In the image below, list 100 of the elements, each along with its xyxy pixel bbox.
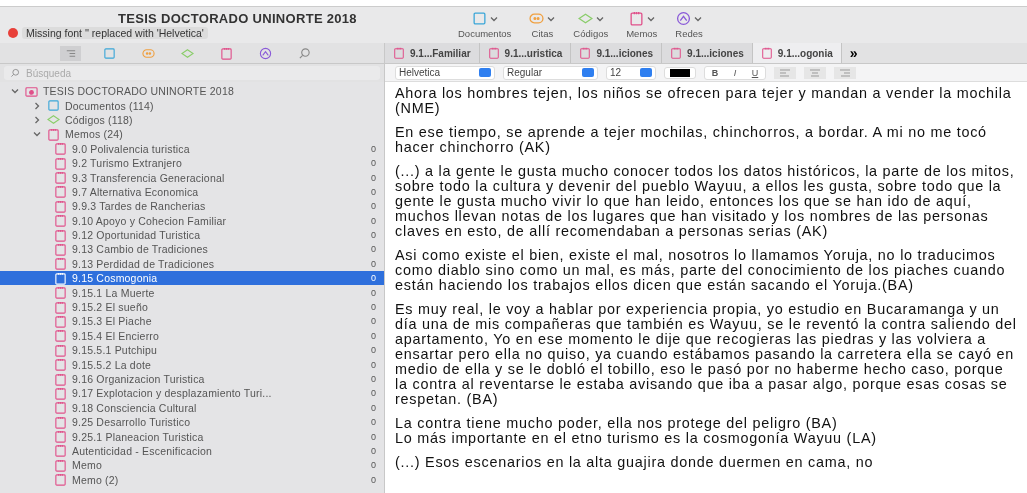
tree-item[interactable]: Códigos (118): [0, 112, 384, 128]
font-dropdown[interactable]: Helvetica: [395, 65, 495, 80]
tree-item[interactable]: 9.0 Polivalencia turistica 0: [0, 141, 384, 156]
notepad-icon: [54, 473, 67, 487]
notepad-icon: [54, 444, 67, 458]
toolbar-button[interactable]: Redes: [675, 11, 703, 39]
tree-item[interactable]: 9.15.1 La Muerte 0: [0, 285, 384, 300]
tree-item[interactable]: Memos (24): [0, 127, 384, 142]
toolbar-button[interactable]: Códigos: [573, 11, 609, 39]
underline-button[interactable]: U: [745, 66, 765, 79]
toolbar-button[interactable]: Documentos: [458, 11, 512, 39]
chevron-down-icon[interactable]: [595, 14, 604, 23]
search-icon: [298, 46, 311, 60]
notepad-icon: [54, 314, 67, 328]
size-dropdown[interactable]: 12: [606, 65, 656, 80]
align-center-icon: [809, 68, 821, 77]
notepad-icon: [47, 127, 60, 141]
paragraph: (...) Esos escenarios en la alta guajira donde duermen en cama, no: [395, 455, 875, 470]
notepad-icon: [670, 47, 683, 59]
notepad-icon: [54, 271, 67, 285]
tree-item[interactable]: TESIS DOCTORADO UNINORTE 2018: [0, 84, 384, 99]
search-icon: [10, 68, 20, 78]
tree-item[interactable]: 9.25.1 Planeacion Turistica 0: [0, 429, 384, 444]
paragraph: Lo más importante en el etno turismo es la cosmogonía Wayuu (LA): [395, 431, 878, 446]
paragraph: Ahora los hombres tejen, los niños se ofrecen para tejer y mandan a vender la mochila (NME): [395, 86, 1013, 116]
window-title: TESIS DOCTORADO UNINORTE 2018: [117, 11, 358, 26]
notepad-icon: [54, 300, 67, 314]
document-icon: [103, 46, 116, 60]
notepad-icon: [487, 47, 500, 59]
tree-item[interactable]: 9.2 Turismo Extranjero 0: [0, 155, 384, 171]
tree-item[interactable]: 9.7 Alternativa Economica 0: [0, 184, 384, 200]
bold-button[interactable]: B: [705, 66, 725, 79]
tree-item[interactable]: 9.15.2 El sueño 0: [0, 299, 384, 315]
tree-item[interactable]: 9.9.3 Tardes de Rancherias 0: [0, 199, 384, 214]
folder-icon: [25, 84, 38, 98]
notepad-icon: [54, 329, 67, 343]
close-button[interactable]: [8, 28, 18, 38]
notepad-icon: [54, 343, 67, 357]
chevron-down-icon[interactable]: [489, 14, 498, 23]
tree-item[interactable]: 9.3 Transferencia Generacional 0: [0, 170, 384, 185]
document-icon: [471, 11, 487, 26]
chevron-down-icon[interactable]: [694, 14, 703, 23]
tree-item[interactable]: Memo (2) 0: [0, 472, 384, 487]
tree-item[interactable]: 9.17 Explotacion y desplazamiento Turi... 0: [0, 386, 384, 401]
notepad-icon: [54, 185, 67, 199]
tree-item[interactable]: 9.15.4 El Encierro 0: [0, 328, 384, 344]
notepad-icon: [54, 156, 67, 170]
notepad-icon: [760, 47, 773, 59]
notepad-icon: [54, 401, 67, 415]
paragraph: La contra tiene mucho poder, ella nos protege del peligro (BA): [395, 416, 839, 431]
diamond-icon: [181, 46, 194, 60]
tree-item[interactable]: Autenticidad - Escenificacion 0: [0, 443, 384, 459]
tree-item[interactable]: 9.18 Consciencia Cultural 0: [0, 400, 384, 415]
toolbar-button[interactable]: Memos: [626, 11, 658, 39]
diamond-icon: [577, 11, 593, 26]
chevron-down-icon[interactable]: [547, 14, 556, 23]
toolbar-button[interactable]: Citas: [529, 11, 556, 39]
tree-item[interactable]: 9.12 Oportunidad Turistica 0: [0, 227, 384, 243]
tree-item[interactable]: Documentos (114): [0, 98, 384, 113]
notepad-icon: [54, 214, 67, 228]
notepad-icon: [393, 47, 405, 59]
document-icon: [47, 99, 60, 113]
color-well[interactable]: [664, 66, 696, 79]
notepad-icon: [54, 257, 67, 271]
document-tab[interactable]: 9.1...Familiar: [385, 43, 480, 63]
notepad-icon: [54, 386, 67, 400]
tree-item[interactable]: 9.13 Perdidad de Tradiciones 0: [0, 256, 384, 272]
notepad-icon: [628, 11, 644, 26]
paragraph: En ese tiempo, se aprende a tejer mochilas, chinchorros, a bordar. A mi no me tocó hacer chinchorro (AK): [395, 125, 988, 155]
tabs-overflow-button[interactable]: »: [841, 43, 866, 63]
tree-item[interactable]: 9.15.5.1 Putchipu 0: [0, 343, 384, 358]
quote-icon: [142, 46, 155, 60]
tree-item[interactable]: 9.25 Desarrollo Turistico 0: [0, 415, 384, 430]
chevron-down-icon[interactable]: [33, 130, 41, 139]
document-tab[interactable]: 9.1...iciones: [662, 43, 753, 63]
document-tab[interactable]: 9.1...ogonia: [752, 43, 842, 63]
notepad-icon: [54, 142, 67, 156]
chevron-down-icon[interactable]: [646, 14, 655, 23]
tree-item[interactable]: 9.13 Cambio de Tradiciones 0: [0, 242, 384, 257]
document-tab[interactable]: 9.1...iciones: [571, 43, 663, 63]
notepad-icon: [54, 243, 67, 256]
paragraph: (...) a la gente le gusta mucho conocer todos los datos históricos, la parte de los mitos, sobre todo la cultura y devenir del pueblo Wayuu, a ellos les gusta, sobre todo que la gente le gusta mucho vivir lo que han leido, entonces los que se han ido de aquí, muchos llevan notas de los lugares que han visitado y los nombres de las personas claves en esto, de allí recomendaban a personas serias (AK): [395, 164, 1016, 239]
tree-item[interactable]: 9.15 Cosmogonia 0: [0, 271, 384, 286]
tooltip: Missing font '' replaced with 'Helvetica': [22, 27, 208, 39]
notepad-icon: [579, 47, 592, 59]
notepad-icon: [54, 171, 67, 185]
tree-item[interactable]: 9.16 Organizacion Turistica 0: [0, 371, 384, 387]
navigator-tab[interactable]: [60, 45, 81, 61]
tree-item[interactable]: 9.15.3 El Piache 0: [0, 314, 384, 329]
document-tab[interactable]: 9.1...uristica: [479, 43, 572, 63]
quote-icon: [529, 11, 545, 26]
notepad-icon: [54, 372, 67, 386]
align-left-icon: [779, 68, 791, 77]
tree-item[interactable]: Memo 0: [0, 458, 384, 473]
tree-item[interactable]: 9.15.5.2 La dote 0: [0, 357, 384, 372]
italic-button[interactable]: I: [725, 66, 745, 79]
style-dropdown[interactable]: Regular: [503, 65, 598, 80]
tree-item[interactable]: 9.10 Apoyo y Cohecion Familiar 0: [0, 213, 384, 228]
align-right-icon: [839, 68, 851, 77]
chevron-down-icon[interactable]: [11, 87, 19, 96]
